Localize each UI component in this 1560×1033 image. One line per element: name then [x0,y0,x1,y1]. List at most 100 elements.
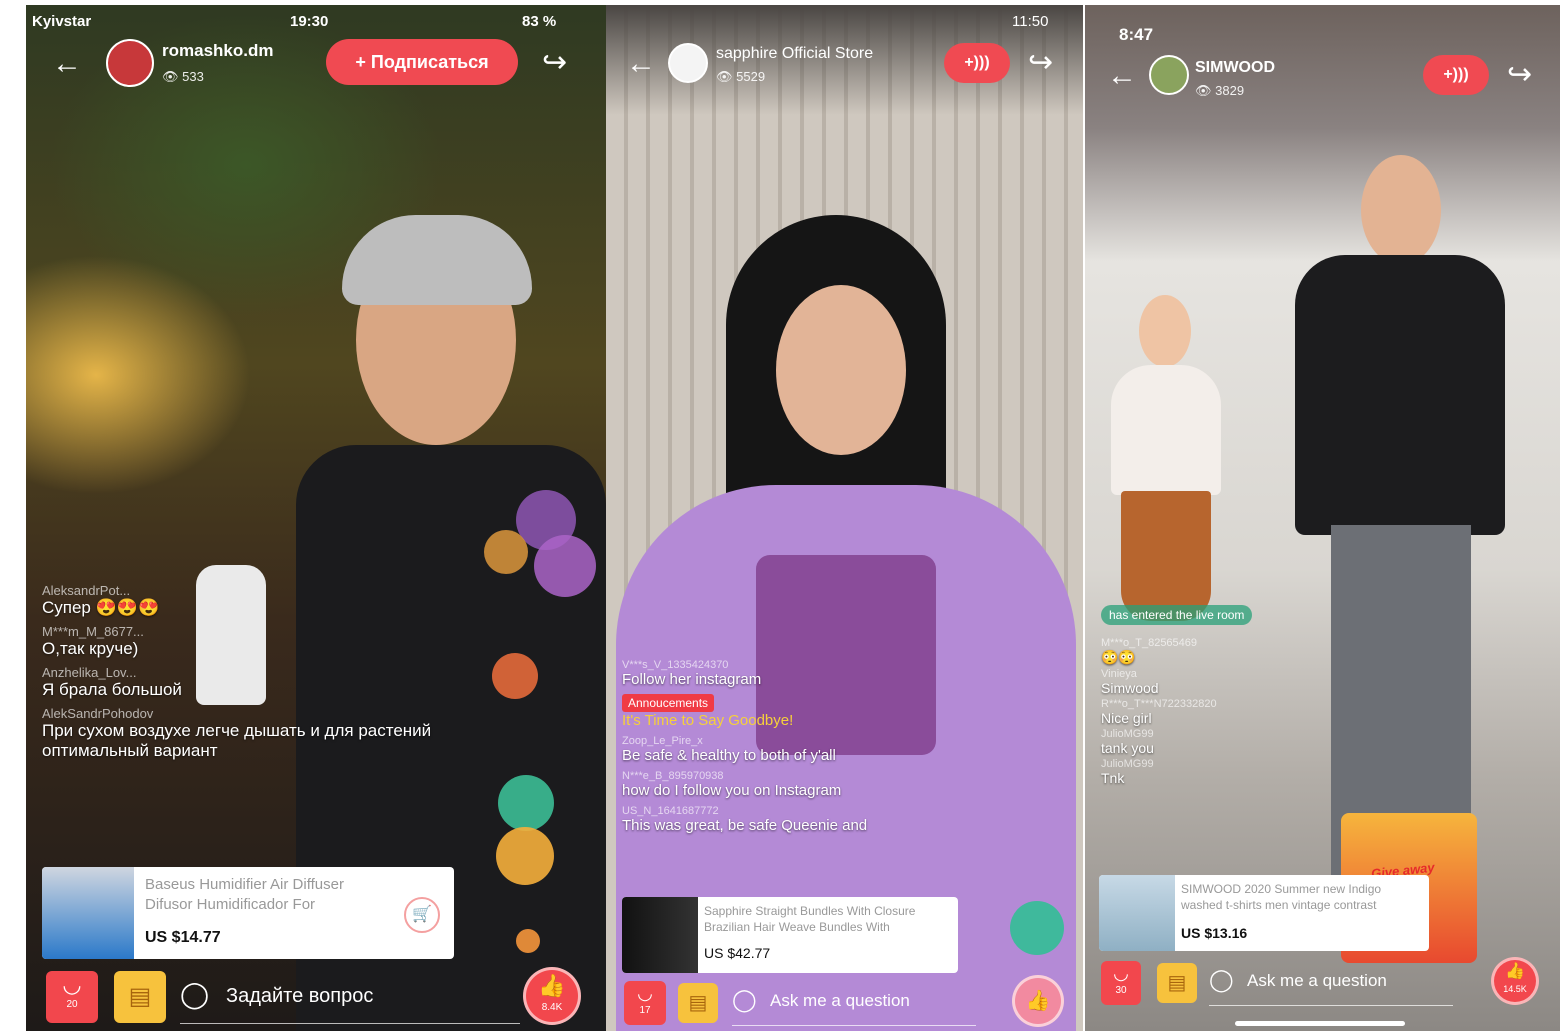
comment: V***s_V_1335424370 Follow her instagram [622,659,762,688]
live-stream-screen-1: Kyivstar 19:30 83 % ← romashko.dm 👁 533 … [26,5,606,1031]
bottom-action-bar: ◡ 30 ▤ ◯ Ask me a question 👍 14.5K [1085,957,1560,1015]
announcement-badge: Annoucements [622,694,715,712]
back-arrow-icon[interactable]: ← [626,49,656,79]
bag-icon: ◡ [1113,963,1129,983]
comment-feed: M***o_T_82565469 😳😳 Vinieya Simwood R***o_… [1101,637,1361,788]
chat-bubble-icon: ◯ [180,979,210,1009]
comment-feed: V***s_V_1335424370 Follow her instagram A… [622,659,952,840]
follow-button[interactable]: +))) [944,43,1010,83]
product-card[interactable]: Baseus Humidifier Air Diffuser Difusor H… [42,867,454,959]
comment-feed: AleksandrPot... Супер 😍😍😍 M***m_M_8677...… [42,583,442,767]
like-count: 14.5K [1503,984,1527,994]
thumbs-up-icon: 👍 [1505,963,1525,980]
chat-bubble-icon: ◯ [1209,967,1234,992]
clock: 8:47 [1119,25,1154,44]
comment: R***o_T***N722332820 Nice girl [1101,698,1217,726]
back-arrow-icon[interactable]: ← [1107,61,1137,91]
follow-button[interactable]: +))) [1423,55,1489,95]
live-stream-screen-3: 8:47 ← SIMWOOD 👁 3829 +))) ↪ has entered… [1085,5,1560,1031]
product-card[interactable]: SIMWOOD 2020 Summer new Indigo washed t-… [1099,875,1429,951]
comment: AlekSandrPohodov При сухом воздухе легче … [42,706,432,760]
comment: N***e_B_895970938 how do I follow you on … [622,770,842,799]
thumb-reaction-icon [484,530,528,574]
thumbs-up-icon: 👍 [1025,990,1051,1012]
stream-header: ← SIMWOOD 👁 3829 +))) ↪ [1085,51,1560,111]
comment: JulioMG99 tank you [1101,728,1154,756]
announcement: Annoucements It's Time to Say Goodbye! [622,694,794,729]
eye-icon: 👁 [162,69,179,84]
comment: Vinieya Simwood [1101,668,1159,696]
thumb-reaction-icon [492,653,538,699]
shopping-bag-button[interactable]: ◡ 17 [624,981,666,1025]
like-button[interactable]: 👍 [1012,975,1064,1027]
product-price: US $14.77 [145,929,221,946]
comment: Zoop_Le_Pire_x Be safe & healthy to both … [622,735,836,764]
comment: Anzhelika_Lov... Я брала большой [42,665,182,699]
thumb-reaction-icon [1010,901,1064,955]
carrier-label: Kyivstar [32,13,92,30]
clock: 19:30 [290,13,329,30]
back-arrow-icon[interactable]: ← [52,49,82,79]
thumb-reaction-icon [516,929,540,953]
avatar[interactable] [1149,55,1189,95]
avatar[interactable] [668,43,708,83]
bottom-action-bar: ◡ 17 ▤ ◯ Ask me a question 👍 [606,975,1083,1031]
viewer-count: 👁 5529 [716,69,766,84]
product-thumbnail [42,867,134,959]
viewer-count: 👁 3829 [1195,83,1245,98]
notes-icon[interactable]: ▤ [1157,963,1197,1003]
product-thumbnail [1099,875,1175,951]
follow-button[interactable]: + Подписаться [326,39,518,85]
comment: US_N_1641687772 This was great, be safe Q… [622,805,868,834]
thumb-reaction-icon [496,827,554,885]
home-indicator [1235,1021,1405,1026]
shopping-bag-button[interactable]: ◡ 20 [46,971,98,1023]
stream-header: ← romashko.dm 👁 533 + Подписаться ↪ [26,39,606,99]
thumbs-up-icon: 👍 [538,973,566,998]
heart-reaction-icon [534,535,596,597]
product-thumbnail [622,897,698,973]
product-title: SIMWOOD 2020 Summer new Indigo washed t-… [1181,882,1382,913]
question-input[interactable]: Ask me a question [770,991,910,1011]
bag-icon: ◡ [62,972,82,997]
like-button[interactable]: 👍 14.5K [1491,957,1539,1005]
question-input[interactable]: Ask me a question [1247,971,1387,991]
product-price: US $42.77 [704,945,771,961]
notes-icon[interactable]: ▤ [678,983,718,1023]
add-to-cart-icon[interactable]: 🛒 [404,897,440,933]
status-bar: 8:47 [1085,11,1560,44]
bag-count: 20 [66,999,78,1010]
stream-header: ← sapphire Official Store 👁 5529 +))) ↪ [606,39,1083,99]
bag-icon: ◡ [637,983,653,1003]
product-price: US $13.16 [1181,925,1248,941]
input-underline [180,1023,520,1024]
comment: JulioMG99 Tnk [1101,758,1154,786]
heart-reaction-icon [498,775,554,831]
share-icon[interactable]: ↪ [1028,45,1053,80]
comment: M***m_M_8677... О,так круче) [42,624,144,658]
bottom-action-bar: ◡ 20 ▤ ◯ Задайте вопрос 👍 8.4K [26,967,606,1027]
streamer-name[interactable]: SIMWOOD [1195,59,1275,77]
share-icon[interactable]: ↪ [1507,57,1532,92]
question-input[interactable]: Задайте вопрос [226,985,373,1008]
clock: 11:50 [1012,13,1049,30]
bag-count: 17 [639,1005,651,1016]
status-bar: 11:50 [606,11,1083,33]
battery-label: 83 % [522,13,557,30]
eye-icon: 👁 [716,69,733,84]
streamer-name[interactable]: romashko.dm [162,41,273,61]
chat-bubble-icon: ◯ [732,987,757,1012]
notes-icon[interactable]: ▤ [114,971,166,1023]
share-icon[interactable]: ↪ [542,45,567,80]
comment: M***o_T_82565469 😳😳 [1101,637,1198,665]
viewer-count: 👁 533 [162,69,204,84]
avatar[interactable] [106,39,154,87]
entered-notice: has entered the live room [1101,605,1253,625]
shopping-bag-button[interactable]: ◡ 30 [1101,961,1141,1005]
input-underline [732,1025,976,1026]
product-card[interactable]: Sapphire Straight Bundles With Closure B… [622,897,958,973]
screenshot-collage: Kyivstar 19:30 83 % ← romashko.dm 👁 533 … [0,0,1560,1033]
bag-count: 30 [1115,985,1127,996]
like-button[interactable]: 👍 8.4K [523,967,581,1025]
streamer-name[interactable]: sapphire Official Store [716,45,873,63]
